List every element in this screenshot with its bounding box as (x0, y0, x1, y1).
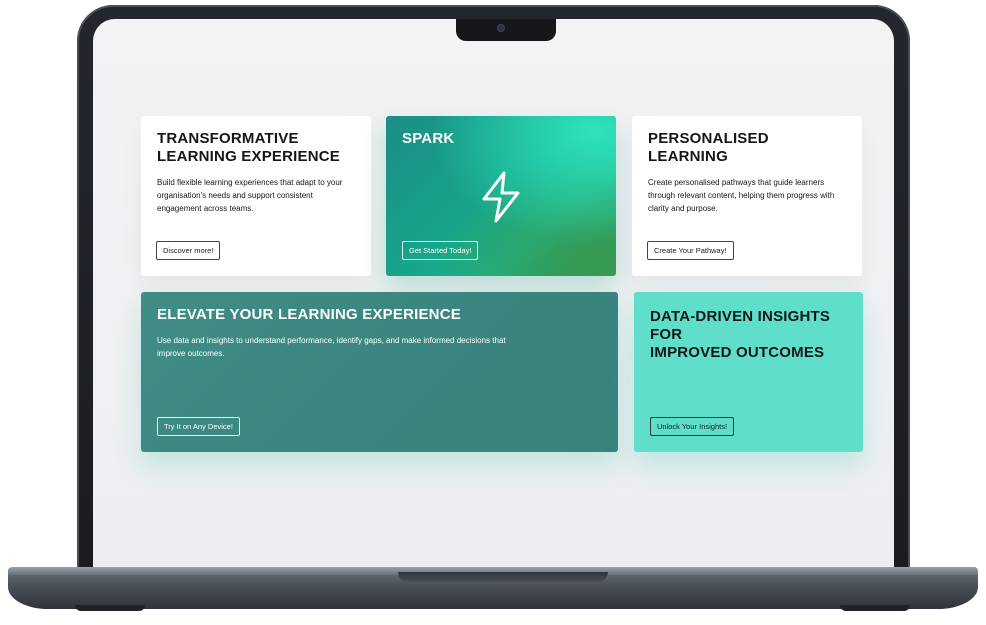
card-data-insights: DATA-DRIVEN INSIGHTS FOR IMPROVED OUTCOM… (634, 292, 863, 452)
card-title: SPARK (402, 130, 455, 147)
card-elevate-learning: ELEVATE YOUR LEARNING EXPERIENCE Use dat… (141, 292, 618, 452)
laptop-foot (840, 605, 910, 611)
card-description: Use data and insights to understand perf… (157, 336, 506, 358)
laptop-foot (75, 605, 145, 611)
card-personalised-learning: PERSONALISED LEARNING Create personalise… (632, 116, 862, 276)
webcam-icon (497, 24, 505, 32)
card-transformative-learning: TRANSFORMATIVE LEARNING EXPERIENCE Build… (141, 116, 371, 276)
card-description: Create personalised pathways that guide … (648, 178, 835, 213)
lightning-bolt-icon (482, 171, 520, 223)
card-description: Build flexible learning experiences that… (157, 178, 343, 213)
try-any-device-button[interactable]: Try It on Any Device! (157, 417, 240, 436)
card-title: PERSONALISED LEARNING (648, 130, 769, 165)
unlock-insights-button[interactable]: Unlock Your Insights! (650, 417, 735, 436)
card-title: ELEVATE YOUR LEARNING EXPERIENCE (157, 306, 461, 323)
laptop-opening-groove (398, 572, 608, 582)
camera-notch (456, 19, 556, 41)
card-title: DATA-DRIVEN INSIGHTS FOR IMPROVED OUTCOM… (650, 308, 831, 361)
get-started-button[interactable]: Get Started Today! (402, 241, 479, 260)
card-title: TRANSFORMATIVE LEARNING EXPERIENCE (157, 130, 340, 165)
card-spark: SPARK Get Started Today! (386, 116, 616, 276)
create-pathway-button[interactable]: Create Your Pathway! (647, 241, 734, 260)
discover-more-button[interactable]: Discover more! (156, 241, 221, 260)
